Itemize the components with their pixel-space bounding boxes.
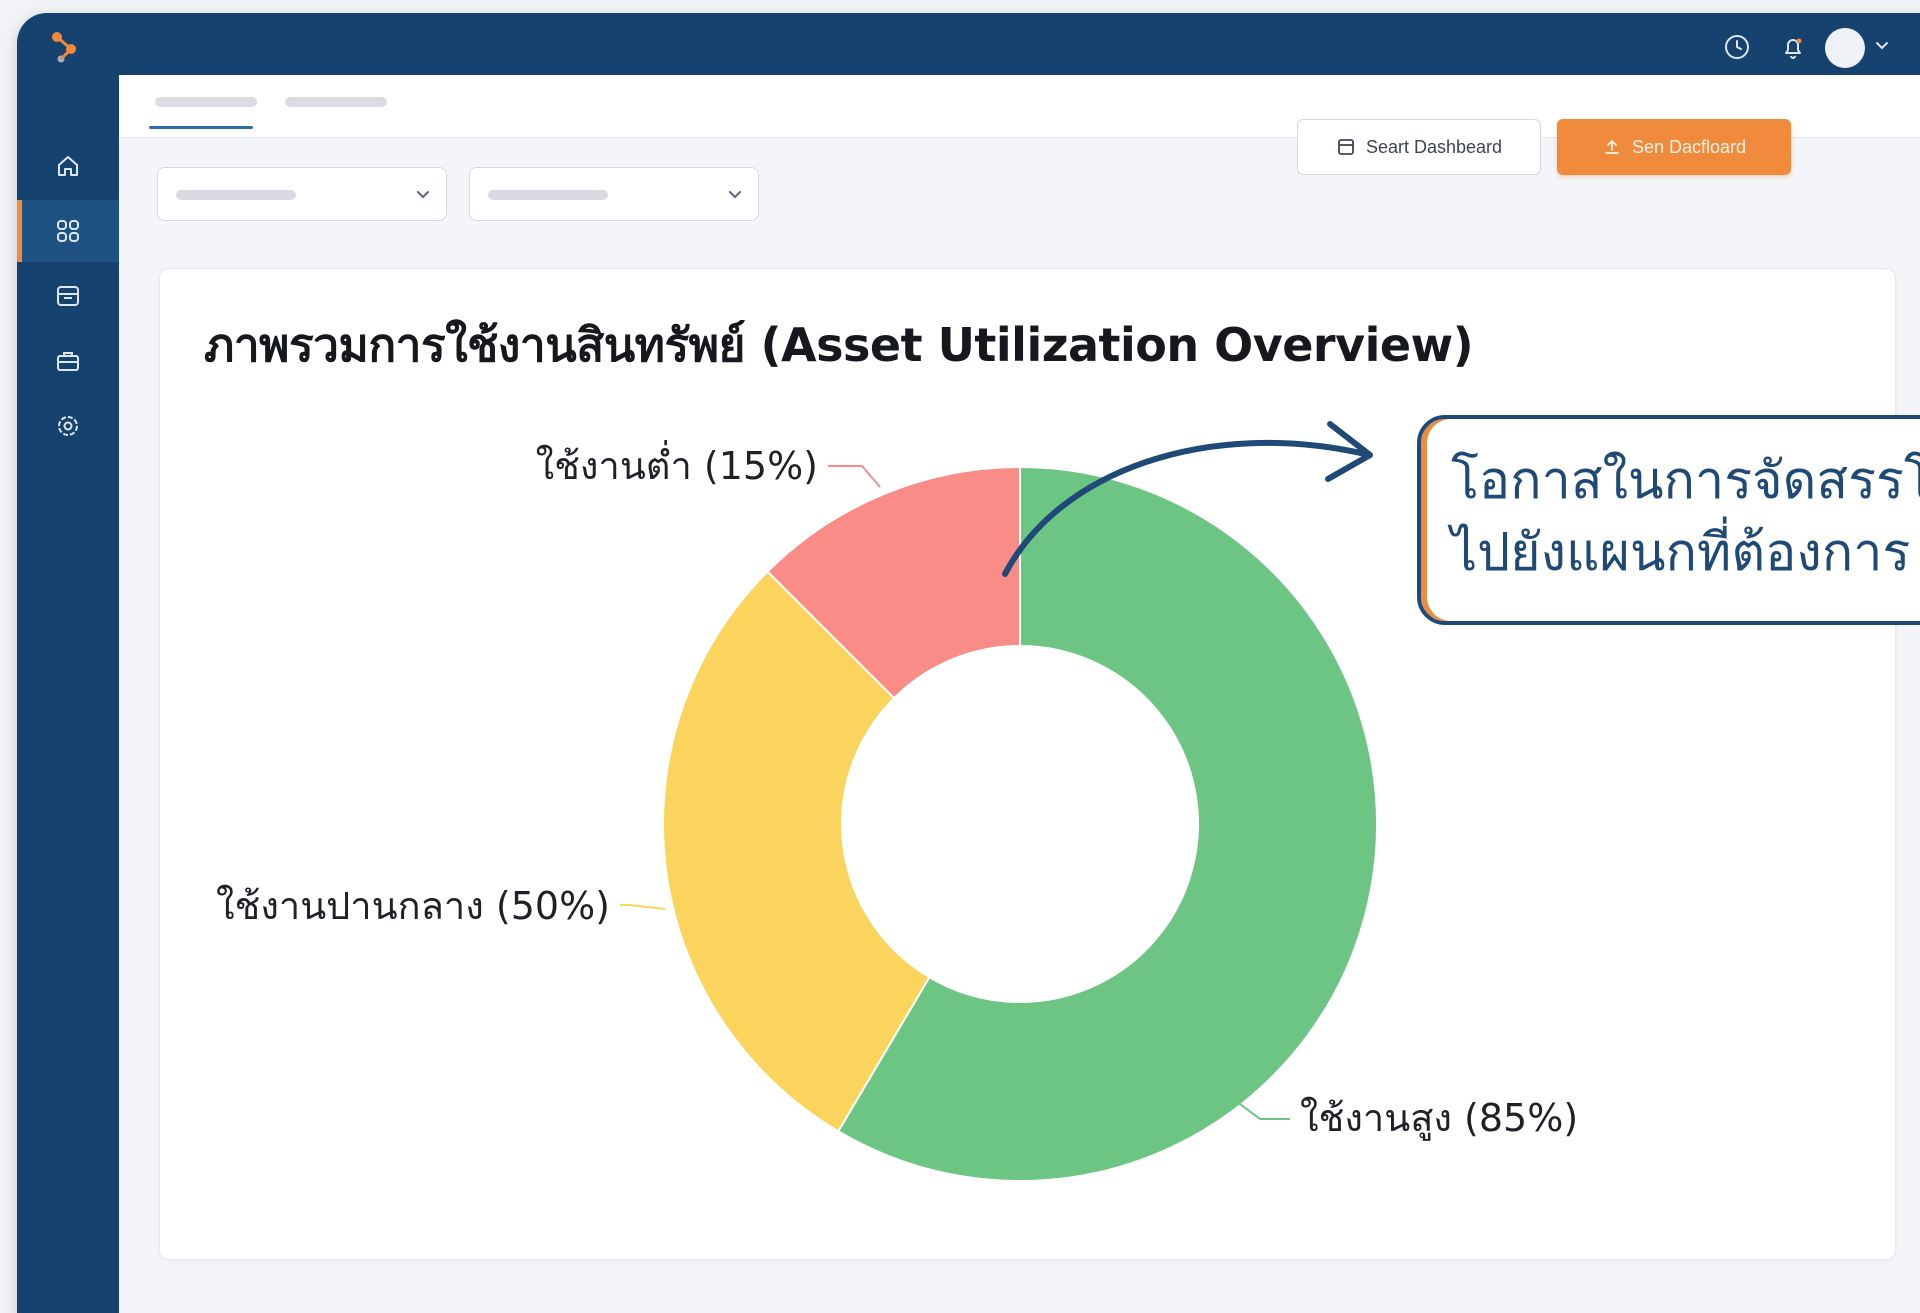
bell-icon[interactable] — [1777, 31, 1809, 63]
chevron-down-icon — [729, 191, 741, 199]
upload-icon — [1605, 139, 1619, 154]
top-bar — [17, 13, 1920, 75]
reallocation-callout: โอกาสในการจัดสรรโยก ไปยังแผนกที่ต้องการ — [1417, 415, 1920, 625]
filter-select-2[interactable] — [469, 167, 759, 221]
label-low: ใช้งานต่ำ (15%) — [536, 440, 818, 488]
label-medium-leader — [620, 904, 666, 910]
logo-icon[interactable] — [45, 27, 85, 67]
save-icon — [1338, 139, 1354, 155]
callout-text: โอกาสในการจัดสรรโยก ไปยังแผนกที่ต้องการ — [1451, 445, 1920, 589]
tab-overview[interactable] — [155, 97, 257, 107]
label-high: ใช้งานสูง (85%) — [1300, 1096, 1578, 1141]
label-medium: ใช้งานปานกลาง (50%) — [216, 884, 610, 928]
filter-select-2-placeholder — [488, 190, 608, 200]
filter-select-1[interactable] — [157, 167, 447, 221]
callout-line-1: โอกาสในการจัดสรรโยก — [1451, 451, 1920, 511]
settings-icon — [58, 416, 78, 436]
sidebar — [17, 75, 119, 1313]
dashboard-grid-icon — [57, 220, 79, 242]
label-low-leader — [828, 465, 881, 488]
save-dashboard-label: Seart Dashbeard — [1365, 136, 1503, 157]
sidebar-item-assets[interactable] — [17, 330, 119, 392]
briefcase-icon — [57, 352, 79, 371]
home-icon — [58, 156, 78, 176]
avatar[interactable] — [1825, 28, 1865, 68]
inventory-icon — [57, 286, 79, 306]
sidebar-item-home[interactable] — [17, 135, 119, 197]
clock-icon[interactable] — [1721, 31, 1753, 63]
chevron-down-icon[interactable] — [1871, 35, 1893, 57]
filter-select-1-placeholder — [176, 190, 296, 200]
chevron-down-icon — [417, 191, 429, 199]
app-window: Seart Dashbeard Sen Dacfloard ภาพรวมการใ… — [17, 13, 1920, 1313]
tab-secondary[interactable] — [285, 97, 387, 107]
callout-line-2: ไปยังแผนกที่ต้องการ — [1451, 523, 1911, 583]
sidebar-item-dashboard[interactable] — [17, 200, 119, 262]
sidebar-item-settings[interactable] — [17, 395, 119, 457]
share-dashboard-label: Sen Dacfloard — [1631, 136, 1747, 157]
sidebar-item-inventory[interactable] — [17, 265, 119, 327]
tab-active-indicator — [149, 126, 253, 129]
share-dashboard-button[interactable]: Sen Dacfloard — [1557, 119, 1791, 175]
save-dashboard-button[interactable]: Seart Dashbeard — [1297, 119, 1541, 175]
